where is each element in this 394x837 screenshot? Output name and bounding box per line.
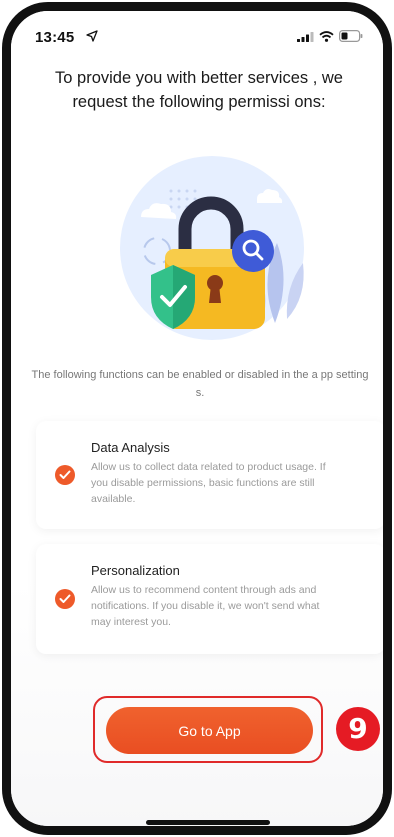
status-time: 13:45 [35, 29, 75, 46]
permission-title: Data Analysis [91, 440, 170, 455]
permission-description: Allow us to recommend content through ad… [91, 584, 320, 628]
step-number-badge: 9 [336, 707, 380, 751]
home-indicator [146, 820, 270, 825]
check-icon[interactable] [55, 589, 75, 609]
permission-card-data-analysis[interactable]: Data Analysis Allow us to collect data r… [36, 421, 383, 529]
location-arrow-icon [86, 30, 98, 42]
wifi-icon [319, 30, 334, 42]
settings-note: The following functions can be enabled o… [31, 369, 369, 399]
status-bar: 13:45 [11, 11, 383, 59]
permission-card-personalization[interactable]: Personalization Allow us to recommend co… [36, 544, 383, 654]
phone-frame: 13:45 To provide you with better service… [2, 2, 392, 835]
permission-illustration [120, 156, 304, 340]
signal-icon [297, 31, 314, 42]
status-icons [297, 30, 363, 42]
go-to-app-button[interactable]: Go to App [106, 707, 313, 754]
permission-title: Personalization [91, 563, 180, 578]
battery-icon [339, 30, 363, 42]
permission-description: Allow us to collect data related to prod… [91, 461, 326, 505]
page-headline: To provide you with better services , we… [55, 69, 343, 111]
screen: 13:45 To provide you with better service… [11, 11, 383, 826]
search-icon [232, 230, 274, 272]
check-icon[interactable] [55, 465, 75, 485]
